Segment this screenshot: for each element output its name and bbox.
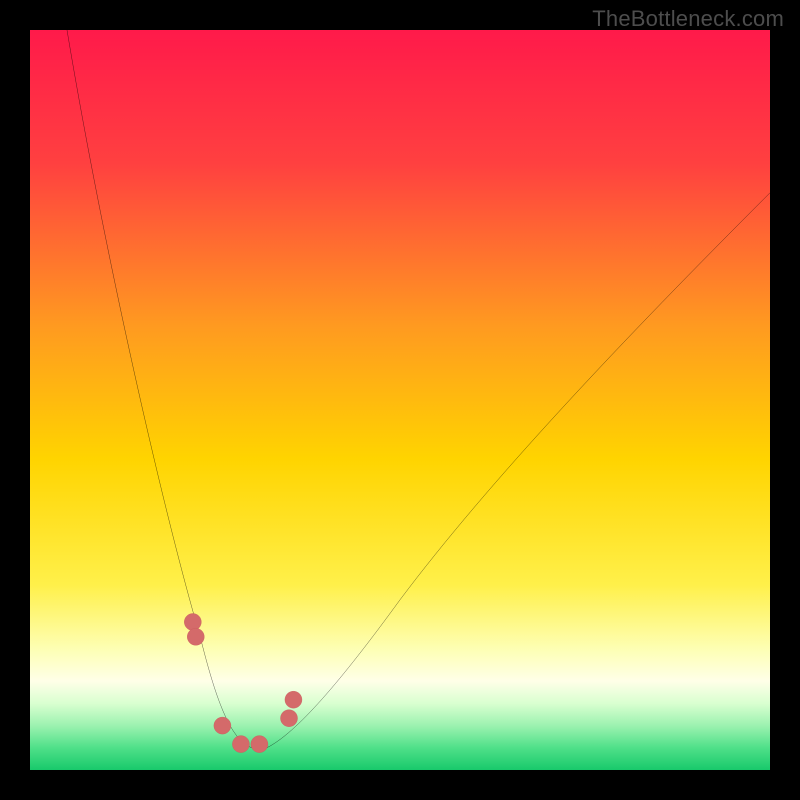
plot-area [30, 30, 770, 770]
list-item [184, 613, 201, 630]
list-item [214, 717, 231, 734]
list-item [251, 736, 268, 753]
list-item [285, 691, 302, 708]
watermark-text: TheBottleneck.com [592, 6, 784, 32]
list-item [187, 628, 204, 645]
curve-path [67, 30, 770, 748]
chart-frame: TheBottleneck.com [0, 0, 800, 800]
bottleneck-curve [30, 30, 770, 770]
list-item [232, 736, 249, 753]
curve-markers [184, 613, 302, 752]
list-item [280, 710, 297, 727]
